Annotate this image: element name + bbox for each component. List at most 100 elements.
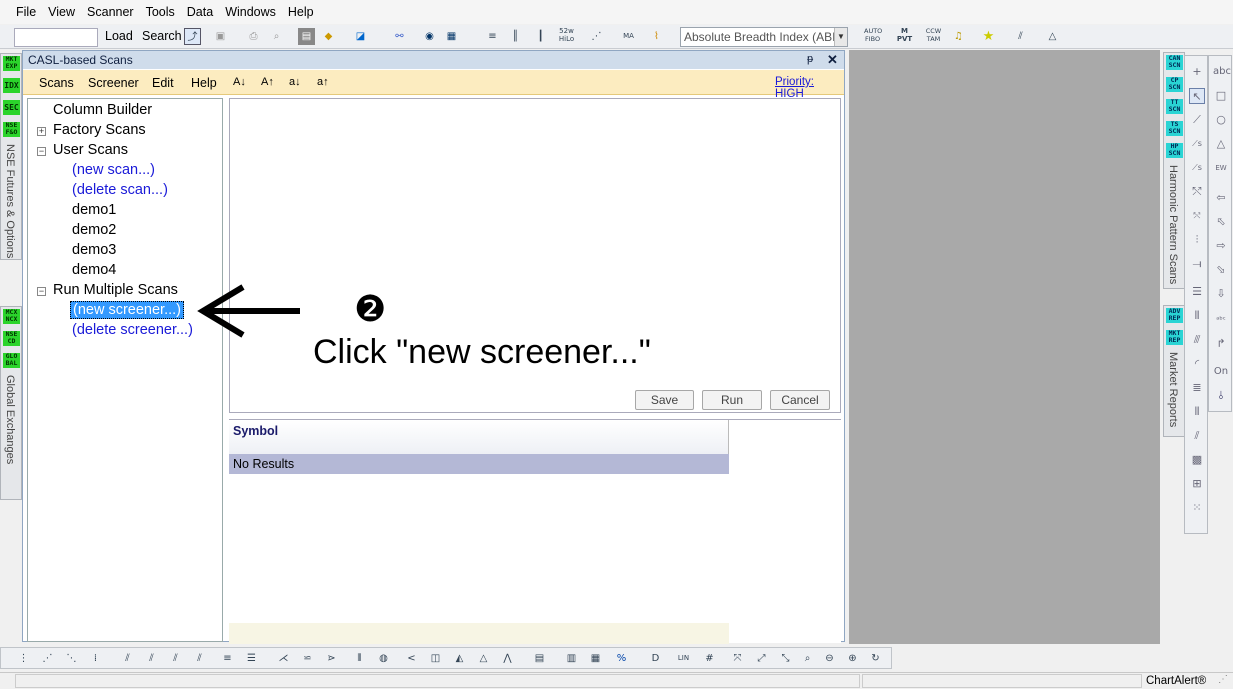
tree-delete-scan[interactable]: (delete scan...) bbox=[72, 182, 168, 198]
close-icon[interactable]: ✕ bbox=[827, 52, 838, 68]
badge-idx[interactable]: IDX bbox=[3, 78, 20, 93]
channel-icon[interactable]: ⤲ bbox=[1189, 184, 1205, 200]
gann-fan-icon[interactable]: ⋌ bbox=[275, 650, 292, 667]
dot-grid-icon[interactable]: ⁙ bbox=[1189, 500, 1205, 516]
note-icon[interactable]: ◫ bbox=[427, 650, 444, 667]
badge-tt-scn[interactable]: TT SCN bbox=[1166, 99, 1183, 114]
gann-lines-icon[interactable]: ⋍ bbox=[299, 650, 316, 667]
overlay-icon[interactable]: ⌇ bbox=[648, 28, 665, 45]
horizontal-lines-icon[interactable]: ☰ bbox=[1189, 284, 1205, 300]
tree-user-scans[interactable]: User Scans bbox=[53, 142, 128, 158]
pattern-icon[interactable]: ⋰ bbox=[588, 28, 605, 45]
menu-file[interactable]: File bbox=[16, 5, 36, 19]
tree-new-screener[interactable]: (new screener...) bbox=[70, 301, 184, 319]
scan-tool-icon[interactable]: ⤴ bbox=[184, 28, 201, 45]
grid-icon[interactable]: ⊞ bbox=[1189, 476, 1205, 492]
ccw-tam-icon[interactable]: CCW TAM bbox=[925, 27, 942, 44]
menu-data[interactable]: Data bbox=[187, 5, 213, 19]
symbol-input[interactable] bbox=[14, 28, 98, 47]
xabcd-icon[interactable]: △ bbox=[475, 650, 492, 667]
bend-arrow-icon[interactable]: ↱ bbox=[1213, 336, 1229, 352]
hash-grid-icon[interactable]: # bbox=[701, 650, 718, 667]
pitchfork4-icon[interactable]: ⫽ bbox=[191, 650, 208, 667]
zoom-out-icon[interactable]: ⊖ bbox=[821, 650, 838, 667]
print-icon[interactable]: ⎙ bbox=[245, 28, 262, 45]
menu-tools[interactable]: Tools bbox=[146, 5, 175, 19]
resize-grip-icon[interactable]: ⋰ bbox=[1218, 674, 1228, 685]
cancel-button[interactable]: Cancel bbox=[770, 390, 830, 410]
tree-collapse-icon[interactable]: − bbox=[37, 287, 46, 296]
speed-lines-icon[interactable]: ⫽ bbox=[1189, 428, 1205, 444]
fibo-lines-icon[interactable]: ≣ bbox=[1189, 380, 1205, 396]
badge-mkt-rep[interactable]: MKT REP bbox=[1166, 330, 1183, 345]
tree-demo2[interactable]: demo2 bbox=[72, 222, 116, 238]
copy-icon[interactable]: ▥ bbox=[563, 650, 580, 667]
time-zones-icon[interactable]: ⦀ bbox=[1189, 404, 1205, 420]
abc-wave-icon[interactable]: ᵃᵇᶜ bbox=[1213, 312, 1229, 328]
vertical-lines-icon[interactable]: ⦀ bbox=[1189, 308, 1205, 324]
volume-icon[interactable]: ║ bbox=[507, 28, 524, 45]
wave-b35-icon[interactable]: ⁞ bbox=[87, 650, 104, 667]
wave-count-icon[interactable]: ⋮ bbox=[15, 650, 32, 667]
run-button[interactable]: Run bbox=[702, 390, 762, 410]
on-toggle[interactable]: On bbox=[1213, 364, 1229, 380]
percent-icon[interactable]: % bbox=[613, 650, 630, 667]
pitchfork-icon[interactable]: ⫽ bbox=[119, 650, 136, 667]
tree-demo1[interactable]: demo1 bbox=[72, 202, 116, 218]
tree-demo3[interactable]: demo3 bbox=[72, 242, 116, 258]
diamond-icon[interactable]: ◆ bbox=[320, 28, 337, 45]
elliott-wave-icon[interactable]: EW bbox=[1213, 160, 1229, 176]
chart-style-icon[interactable]: ▤ bbox=[298, 28, 315, 45]
d-line-icon[interactable]: D bbox=[647, 650, 664, 667]
sort-lower-desc-button[interactable]: a↓ bbox=[289, 76, 301, 88]
lin-icon[interactable]: LIN bbox=[675, 650, 692, 667]
pin-icon[interactable]: ᵽ bbox=[807, 53, 813, 65]
tree-collapse-icon[interactable]: − bbox=[37, 147, 46, 156]
pitchfork3-icon[interactable]: ⫽ bbox=[167, 650, 184, 667]
print-preview-icon[interactable]: ⌕ bbox=[268, 28, 285, 45]
angle-icon[interactable]: < bbox=[403, 650, 420, 667]
support-line-icon[interactable]: ⟋s bbox=[1189, 136, 1205, 152]
load-button[interactable]: Load bbox=[105, 29, 133, 43]
clipboard-icon[interactable]: ▤ bbox=[531, 650, 548, 667]
panel-menu-screener[interactable]: Screener bbox=[88, 76, 139, 90]
paste-icon[interactable]: ▦ bbox=[587, 650, 604, 667]
reset-icon[interactable]: ↻ bbox=[867, 650, 884, 667]
sort-lower-asc-button[interactable]: a↑ bbox=[317, 76, 329, 88]
fibo-ext-icon[interactable]: ☰ bbox=[243, 650, 260, 667]
indicator-icon[interactable]: ◪ bbox=[352, 28, 369, 45]
crosshair-icon[interactable]: + bbox=[1189, 64, 1205, 80]
chevron-down-icon[interactable]: ▼ bbox=[834, 28, 847, 46]
arrow-down-icon[interactable]: ⇩ bbox=[1213, 286, 1229, 302]
cycle-lines-icon[interactable]: ⦀ bbox=[351, 650, 368, 667]
panel-menu-edit[interactable]: Edit bbox=[152, 76, 174, 90]
save-button[interactable]: Save bbox=[635, 390, 694, 410]
menu-windows[interactable]: Windows bbox=[225, 5, 276, 19]
horizontal-segment-icon[interactable]: ⟞ bbox=[1189, 256, 1205, 272]
panel-menu-scans[interactable]: Scans bbox=[39, 76, 74, 90]
pointer-icon[interactable]: ↖ bbox=[1189, 88, 1205, 104]
zoom-icon[interactable]: ⌕ bbox=[799, 650, 816, 667]
menu-view[interactable]: View bbox=[48, 5, 75, 19]
sort-az-desc-button[interactable]: A↓ bbox=[233, 76, 246, 88]
badge-nse-fo[interactable]: NSE F&O bbox=[3, 122, 20, 137]
candles-icon[interactable]: ┃ bbox=[532, 28, 549, 45]
ellipse-icon[interactable]: ○ bbox=[1213, 112, 1229, 128]
channel-sl-icon[interactable]: ⤲ bbox=[1189, 208, 1205, 224]
save-icon[interactable]: ▣ bbox=[212, 28, 229, 45]
badge-adv-rep[interactable]: ADV REP bbox=[1166, 308, 1183, 323]
fan-lines-icon[interactable]: ⫻ bbox=[1189, 332, 1205, 348]
menu-scanner[interactable]: Scanner bbox=[87, 5, 134, 19]
pivot-icon[interactable]: M PVT bbox=[896, 27, 913, 44]
left-tab-global-exchanges[interactable]: MCX NCX NSE CD GLO BAL Global Exchanges bbox=[0, 306, 22, 500]
grid-pattern-icon[interactable]: ▩ bbox=[1189, 452, 1205, 468]
arrow-right-icon[interactable]: ⇨ bbox=[1213, 238, 1229, 254]
wave-abc-icon[interactable]: ⋱ bbox=[63, 650, 80, 667]
menu-help[interactable]: Help bbox=[288, 5, 314, 19]
tree-factory-scans[interactable]: Factory Scans bbox=[53, 122, 146, 138]
tree-run-multiple-scans[interactable]: Run Multiple Scans bbox=[53, 282, 178, 298]
tree-expand-icon[interactable]: + bbox=[37, 127, 46, 136]
badge-mcx-ncx[interactable]: MCX NCX bbox=[3, 309, 20, 324]
cycle-circle-icon[interactable]: ◍ bbox=[375, 650, 392, 667]
arc-icon[interactable]: ◜ bbox=[1189, 356, 1205, 372]
